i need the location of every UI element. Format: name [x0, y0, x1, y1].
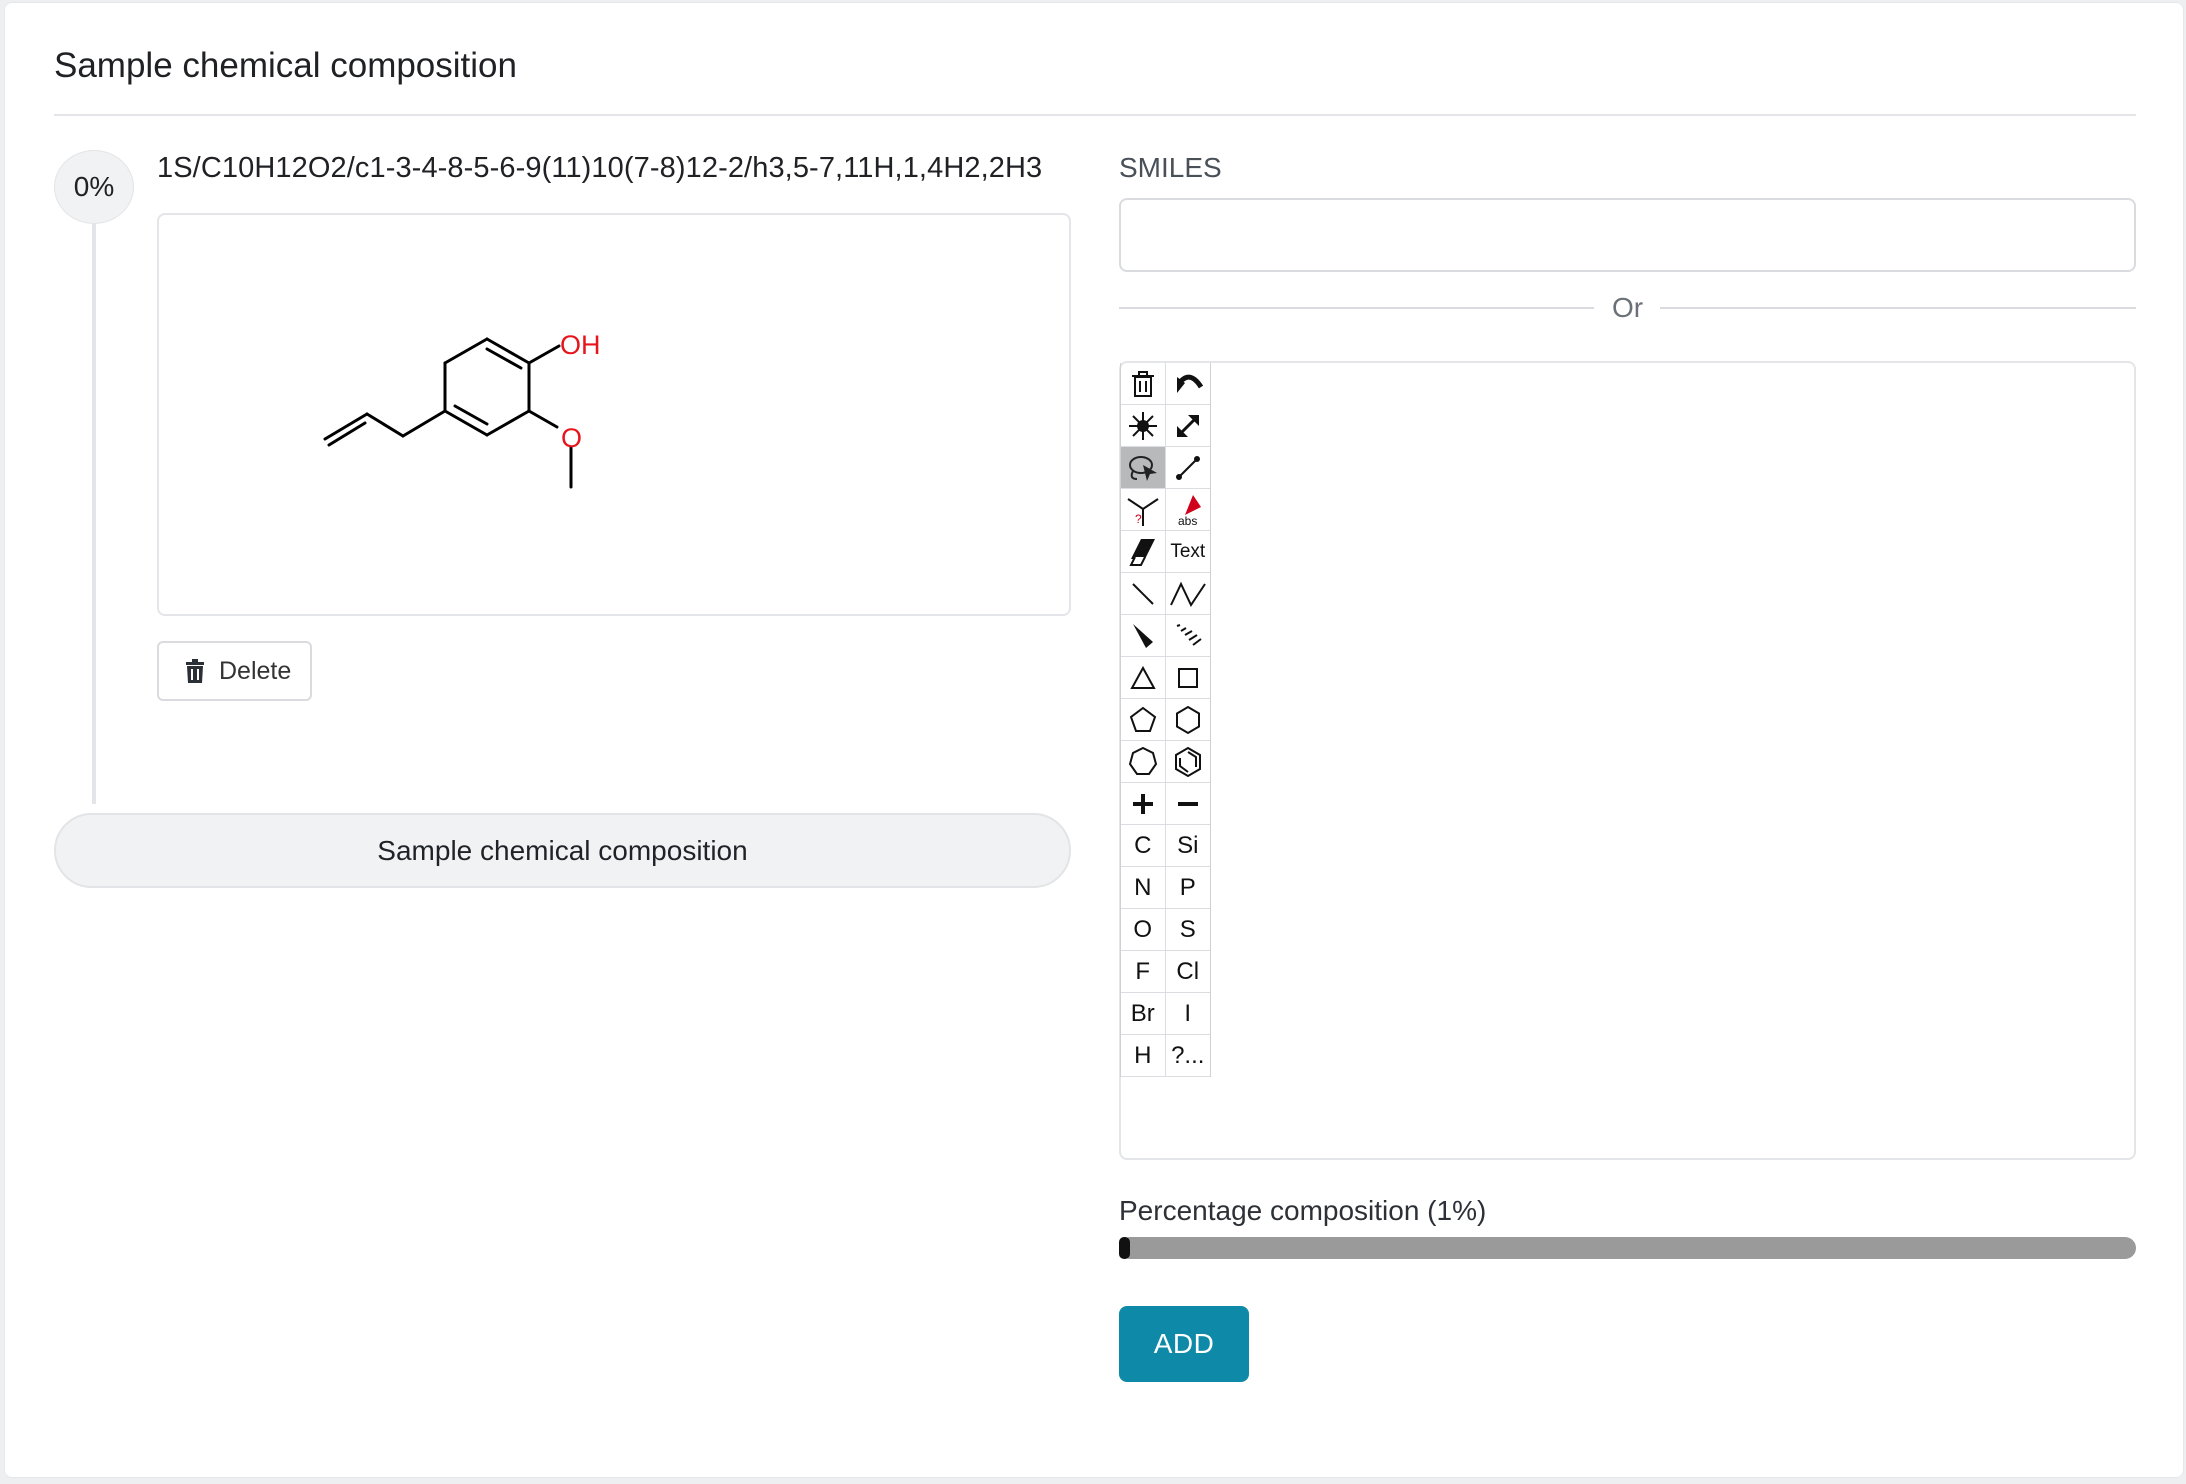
element-h[interactable]: H: [1121, 1035, 1166, 1076]
bond: [401, 409, 447, 438]
triangle-ring-icon[interactable]: [1121, 657, 1166, 698]
tool-row: F Cl: [1121, 951, 1210, 993]
single-bond-icon[interactable]: [1121, 573, 1166, 614]
element-s[interactable]: S: [1166, 909, 1211, 950]
sample-composition-button[interactable]: Sample chemical composition: [54, 813, 1071, 888]
pentagon-ring-icon[interactable]: [1121, 699, 1166, 740]
minus-charge-icon[interactable]: [1166, 783, 1211, 824]
chain-icon[interactable]: [1166, 573, 1211, 614]
element-f[interactable]: F: [1121, 951, 1166, 992]
element-o[interactable]: O: [1121, 909, 1166, 950]
tool-row: [1121, 783, 1210, 825]
tool-row: [1121, 657, 1210, 699]
atom-label-oh: OH: [560, 330, 601, 360]
plus-charge-icon[interactable]: [1121, 783, 1166, 824]
text-tool[interactable]: Text: [1166, 531, 1211, 572]
delete-button[interactable]: Delete: [157, 641, 312, 701]
element-si[interactable]: Si: [1166, 825, 1211, 866]
hexagon-ring-icon[interactable]: [1166, 699, 1211, 740]
bond: [527, 409, 559, 429]
text-tool-label: Text: [1170, 540, 1206, 562]
element-cl[interactable]: Cl: [1166, 951, 1211, 992]
tool-row: [1121, 615, 1210, 657]
atom-label-o: O: [561, 423, 582, 453]
bond: [443, 337, 489, 365]
tool-row: [1121, 741, 1210, 783]
undo-icon[interactable]: [1166, 363, 1211, 404]
bond: [443, 409, 489, 437]
lasso-select-icon[interactable]: [1121, 447, 1166, 488]
center-atom-icon[interactable]: [1121, 405, 1166, 446]
bond: [485, 409, 531, 437]
element-more[interactable]: ?...: [1166, 1035, 1211, 1076]
or-divider-right: [1660, 307, 2136, 309]
tool-row: Br I: [1121, 993, 1210, 1035]
or-divider-left: [1119, 307, 1594, 309]
tool-row: O S: [1121, 909, 1210, 951]
square-ring-icon[interactable]: [1166, 657, 1211, 698]
trash-icon[interactable]: [1121, 363, 1166, 404]
smiles-label: SMILES: [1119, 152, 1222, 183]
element-p[interactable]: P: [1166, 867, 1211, 908]
tool-row: Text: [1121, 531, 1210, 573]
sample-composition-label: Sample chemical composition: [377, 834, 748, 866]
timeline-line: [92, 224, 96, 804]
double-bond-inner: [453, 404, 489, 426]
molecule-preview: OH O: [157, 213, 1071, 616]
tool-row: [1121, 447, 1210, 489]
element-c[interactable]: C: [1121, 825, 1166, 866]
add-button[interactable]: ADD: [1119, 1306, 1249, 1382]
page-title: Sample chemical composition: [54, 46, 517, 85]
hash-bond-icon[interactable]: [1166, 615, 1211, 656]
tool-row: ? abs: [1121, 489, 1210, 531]
or-divider-text: Or: [1612, 292, 1644, 323]
delete-button-label: Delete: [219, 656, 292, 685]
eugenol-structure: OH O: [323, 330, 601, 489]
percentage-composition-label: Percentage composition (1%): [1119, 1195, 1487, 1226]
tool-row: [1121, 363, 1210, 405]
wedge-bond-icon[interactable]: [1121, 615, 1166, 656]
abs-label: abs: [1178, 514, 1197, 527]
title-divider: [54, 114, 2136, 116]
query-mark: ?: [1135, 512, 1142, 526]
abs-stereo-icon[interactable]: abs: [1166, 489, 1211, 530]
element-i[interactable]: I: [1166, 993, 1211, 1034]
tool-row: [1121, 405, 1210, 447]
resize-arrow-icon[interactable]: [1166, 405, 1211, 446]
bond: [527, 344, 561, 365]
eraser-icon[interactable]: [1121, 531, 1166, 572]
trash-icon: [186, 659, 204, 683]
tool-row: H ?...: [1121, 1035, 1210, 1077]
benzene-ring-icon[interactable]: [1166, 741, 1211, 782]
heptagon-ring-icon[interactable]: [1121, 741, 1166, 782]
percentage-slider[interactable]: [1119, 1237, 2136, 1259]
tool-row: [1121, 699, 1210, 741]
structure-editor-canvas[interactable]: [1119, 361, 2136, 1160]
bond-draw-icon[interactable]: [1166, 447, 1211, 488]
smiles-input[interactable]: [1119, 198, 2136, 272]
tool-row: N P: [1121, 867, 1210, 909]
tool-row: [1121, 573, 1210, 615]
inchi-string: 1S/C10H12O2/c1-3-4-8-5-6-9(11)10(7-8)12-…: [157, 152, 1043, 184]
element-br[interactable]: Br: [1121, 993, 1166, 1034]
tool-row: C Si: [1121, 825, 1210, 867]
composition-percent-text: 0%: [73, 171, 115, 202]
bond: [365, 412, 405, 438]
query-atom-icon[interactable]: ?: [1121, 489, 1166, 530]
percentage-slider-thumb[interactable]: [1119, 1237, 1130, 1259]
element-n[interactable]: N: [1121, 867, 1166, 908]
composition-percent-badge: 0%: [54, 150, 134, 224]
double-bond-inner: [485, 347, 523, 370]
editor-toolbar: ? abs Text C Si N P O S F Cl Br I H ?...: [1120, 363, 1211, 1077]
